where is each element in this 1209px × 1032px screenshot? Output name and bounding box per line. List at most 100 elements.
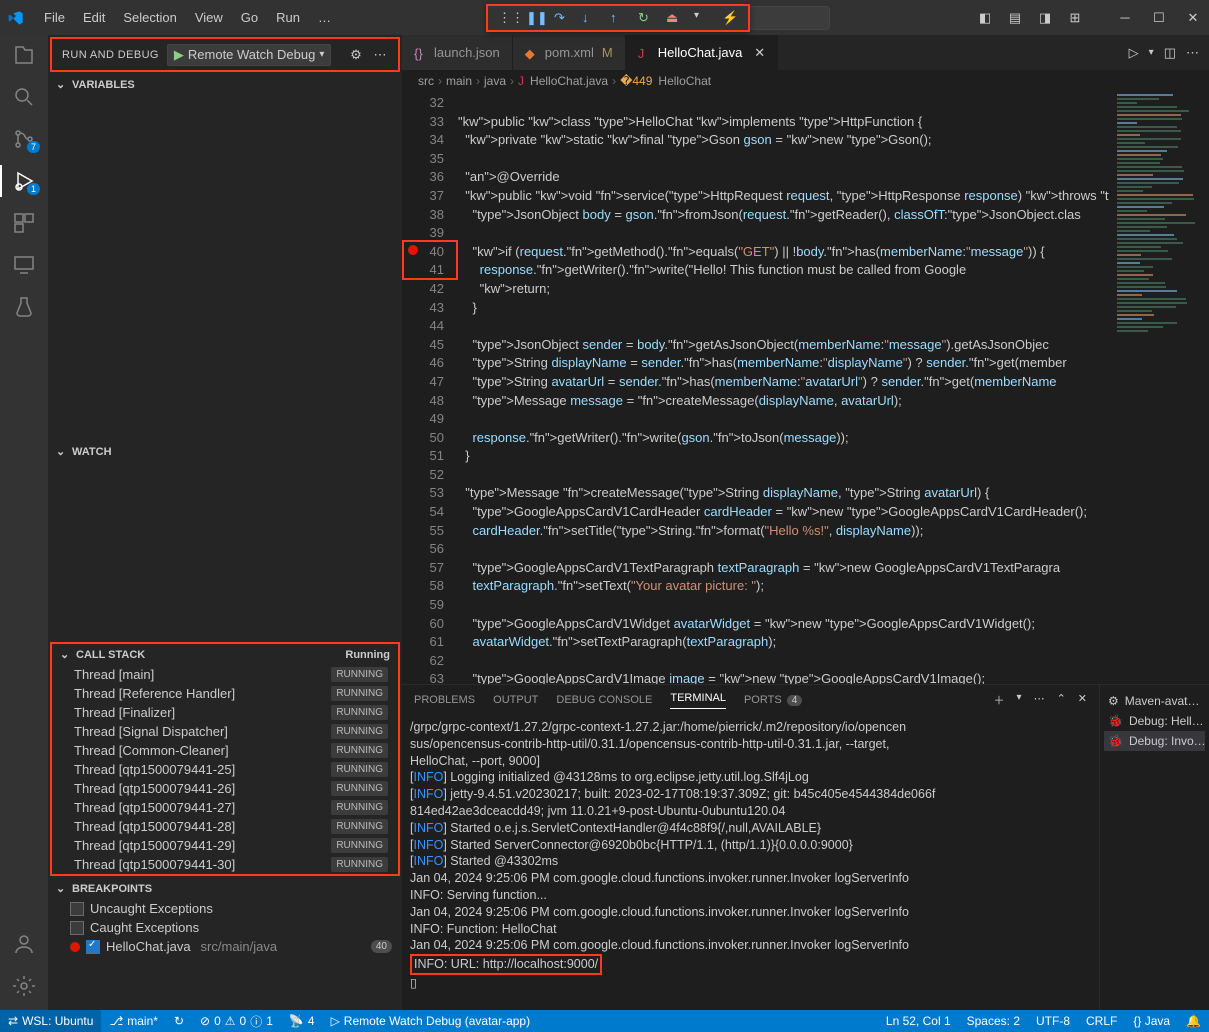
- remote-explorer-icon[interactable]: [12, 253, 36, 277]
- code-line[interactable]: [458, 652, 1109, 671]
- code-line[interactable]: "type">JsonObject sender = body."fn">get…: [458, 336, 1109, 355]
- chevron-down-icon[interactable]: ▾: [1149, 47, 1154, 58]
- crumb[interactable]: src: [418, 74, 434, 88]
- menu-selection[interactable]: Selection: [115, 6, 184, 29]
- watch-header[interactable]: ⌄WATCH: [48, 441, 402, 462]
- bp-file[interactable]: HelloChat.java src/main/java 40: [48, 937, 402, 956]
- layout-sidebar-left-icon[interactable]: ◧: [977, 10, 993, 26]
- code-line[interactable]: cardHeader."fn">setTitle("type">String."…: [458, 522, 1109, 541]
- configure-gear-icon[interactable]: ⚙: [348, 47, 364, 63]
- line-number[interactable]: 52: [402, 466, 444, 485]
- line-number[interactable]: 42: [402, 280, 444, 299]
- line-number[interactable]: 61: [402, 633, 444, 652]
- source-control-icon[interactable]: 7: [12, 127, 36, 151]
- checkbox[interactable]: [70, 902, 84, 916]
- window-minimize-icon[interactable]: ─: [1117, 10, 1133, 26]
- code-line[interactable]: "kw">private "kw">static "kw">final "typ…: [458, 131, 1109, 150]
- variables-header[interactable]: ⌄VARIABLES: [48, 74, 402, 95]
- code-area[interactable]: 3233343536373839404142434445464748495051…: [402, 92, 1209, 684]
- line-number[interactable]: 56: [402, 540, 444, 559]
- line-number[interactable]: 63: [402, 670, 444, 684]
- start-debug-icon[interactable]: ▶: [174, 47, 184, 63]
- thread-row[interactable]: Thread [Reference Handler]RUNNING: [52, 684, 398, 703]
- breakpoint-dot-icon[interactable]: [408, 245, 418, 255]
- step-into-icon[interactable]: ↓: [582, 10, 598, 26]
- eol-status[interactable]: CRLF: [1078, 1014, 1125, 1028]
- git-branch[interactable]: ⎇main*: [101, 1014, 166, 1028]
- line-number[interactable]: 32: [402, 94, 444, 113]
- line-number[interactable]: 34: [402, 131, 444, 150]
- terminal-entry[interactable]: ⚙Maven-avat…: [1104, 691, 1205, 711]
- code-line[interactable]: avatarWidget."fn">setTextParagraph(textP…: [458, 633, 1109, 652]
- ptab-terminal[interactable]: TERMINAL: [670, 692, 726, 709]
- ptab-problems[interactable]: PROBLEMS: [414, 694, 475, 706]
- code-content[interactable]: "kw">public "kw">class "type">HelloChat …: [458, 92, 1109, 684]
- line-number[interactable]: 53: [402, 484, 444, 503]
- menu-run[interactable]: Run: [268, 6, 308, 29]
- code-line[interactable]: [458, 410, 1109, 429]
- pause-icon[interactable]: ❚❚: [526, 10, 542, 26]
- line-number[interactable]: 55: [402, 522, 444, 541]
- restart-icon[interactable]: ↻: [638, 10, 654, 26]
- terminal-entry[interactable]: 🐞Debug: Hell…: [1104, 711, 1205, 731]
- code-line[interactable]: "type">Message message = "fn">createMess…: [458, 392, 1109, 411]
- notifications-icon[interactable]: 🔔: [1178, 1014, 1209, 1028]
- extensions-icon[interactable]: [12, 211, 36, 235]
- line-number[interactable]: 46: [402, 354, 444, 373]
- checkbox-checked[interactable]: [86, 940, 100, 954]
- callstack-header[interactable]: ⌄CALL STACKRunning: [52, 644, 398, 665]
- line-number[interactable]: 35: [402, 150, 444, 169]
- close-panel-icon[interactable]: ✕: [1078, 692, 1087, 708]
- line-number[interactable]: 44: [402, 317, 444, 336]
- run-play-icon[interactable]: ▷: [1129, 45, 1139, 61]
- chevron-down-icon[interactable]: ▾: [1017, 692, 1022, 708]
- crumb[interactable]: java: [484, 74, 506, 88]
- sync-icon[interactable]: ↻: [166, 1014, 192, 1028]
- line-number[interactable]: 58: [402, 577, 444, 596]
- language-status[interactable]: {} Java: [1125, 1014, 1178, 1028]
- thread-row[interactable]: Thread [Common-Cleaner]RUNNING: [52, 741, 398, 760]
- more-icon[interactable]: ⋯: [372, 47, 388, 63]
- thread-row[interactable]: Thread [qtp1500079441-29]RUNNING: [52, 836, 398, 855]
- close-tab-icon[interactable]: ✕: [754, 45, 765, 61]
- crumb[interactable]: HelloChat.java: [530, 74, 608, 88]
- ptab-debugconsole[interactable]: DEBUG CONSOLE: [556, 694, 652, 706]
- thread-row[interactable]: Thread [qtp1500079441-26]RUNNING: [52, 779, 398, 798]
- bp-uncaught[interactable]: Uncaught Exceptions: [48, 899, 402, 918]
- code-line[interactable]: "type">GoogleAppsCardV1TextParagraph tex…: [458, 559, 1109, 578]
- hot-reload-icon[interactable]: ⚡: [722, 10, 738, 26]
- line-gutter[interactable]: 3233343536373839404142434445464748495051…: [402, 92, 458, 684]
- more-icon[interactable]: ⋯: [1034, 692, 1045, 708]
- line-number[interactable]: 45: [402, 336, 444, 355]
- terminal-output[interactable]: /grpc/grpc-context/1.27.2/grpc-context-1…: [402, 715, 1099, 1010]
- line-number[interactable]: 50: [402, 429, 444, 448]
- debug-toolbar[interactable]: ⋮⋮ ❚❚ ↷ ↓ ↑ ↻ ⏏ ▾ ⚡: [486, 4, 750, 32]
- code-line[interactable]: [458, 317, 1109, 336]
- layout-grid-icon[interactable]: ⊞: [1067, 10, 1083, 26]
- line-number[interactable]: 33: [402, 113, 444, 132]
- code-line[interactable]: textParagraph."fn">setText("Your avatar …: [458, 577, 1109, 596]
- line-number[interactable]: 43: [402, 299, 444, 318]
- editor-tab[interactable]: ◆pom.xmlM: [513, 35, 626, 70]
- menu-file[interactable]: File: [36, 6, 73, 29]
- line-number[interactable]: 57: [402, 559, 444, 578]
- accounts-icon[interactable]: [12, 932, 36, 956]
- thread-row[interactable]: Thread [Finalizer]RUNNING: [52, 703, 398, 722]
- code-line[interactable]: "type">JsonObject body = gson."fn">fromJ…: [458, 206, 1109, 225]
- window-maximize-icon[interactable]: ☐: [1151, 10, 1167, 26]
- more-icon[interactable]: ⋯: [1186, 45, 1199, 61]
- code-line[interactable]: "type">String avatarUrl = sender."fn">ha…: [458, 373, 1109, 392]
- problems-status[interactable]: ⊘ 0 ⚠ 0 ⓘ 1: [192, 1013, 281, 1030]
- line-number[interactable]: 59: [402, 596, 444, 615]
- editor-tab[interactable]: JHelloChat.java✕: [626, 35, 778, 70]
- menu-edit[interactable]: Edit: [75, 6, 113, 29]
- step-over-icon[interactable]: ↷: [554, 10, 570, 26]
- code-line[interactable]: }: [458, 299, 1109, 318]
- line-number[interactable]: 37: [402, 187, 444, 206]
- run-debug-icon[interactable]: 1: [12, 169, 36, 193]
- code-line[interactable]: "type">GoogleAppsCardV1Image image = "kw…: [458, 670, 1109, 684]
- disconnect-icon[interactable]: ⏏: [666, 10, 682, 26]
- thread-row[interactable]: Thread [qtp1500079441-27]RUNNING: [52, 798, 398, 817]
- testing-icon[interactable]: [12, 295, 36, 319]
- split-editor-icon[interactable]: ◫: [1164, 45, 1176, 61]
